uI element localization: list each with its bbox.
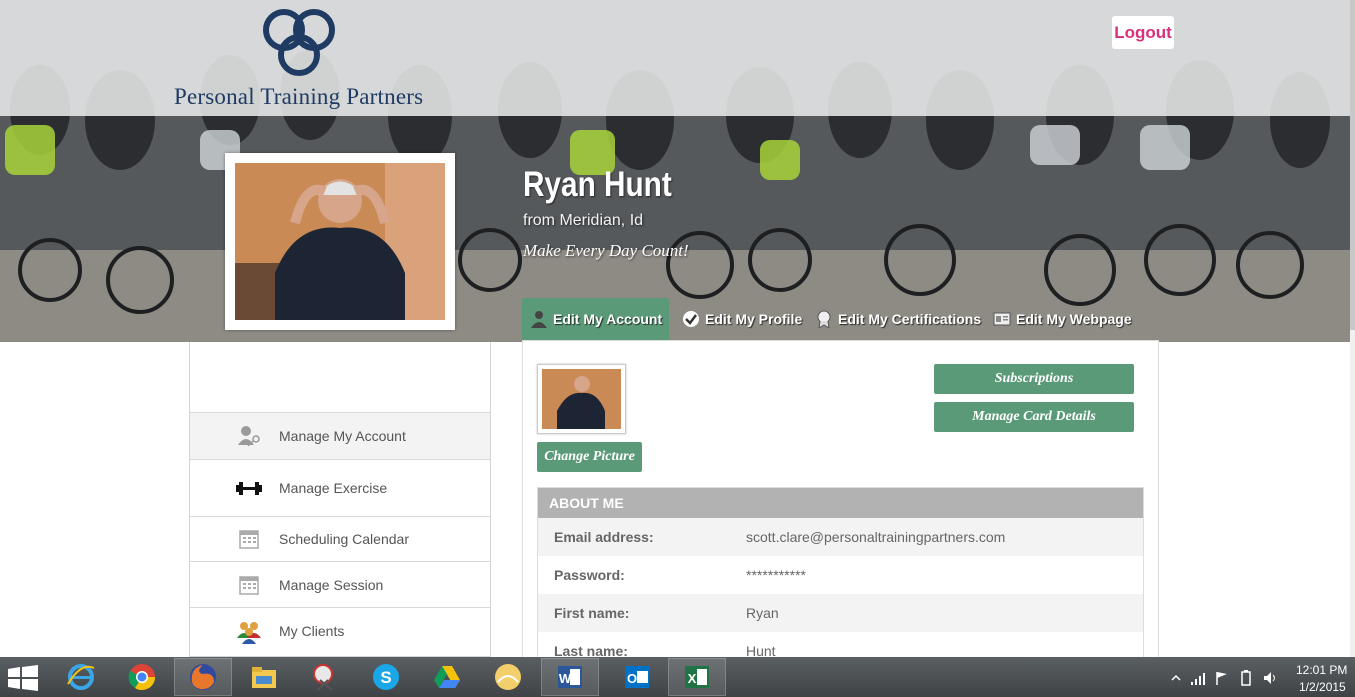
taskbar-outlook[interactable]: O <box>608 658 666 696</box>
manage-card-details-button[interactable]: Manage Card Details <box>934 402 1134 432</box>
tab-label: Edit My Certifications <box>838 311 982 327</box>
field-value: scott.clare@personaltrainingpartners.com <box>746 529 1006 545</box>
sidebar-item-label: Manage Exercise <box>279 480 388 496</box>
id-card-icon <box>993 312 1011 326</box>
taskbar-file-explorer[interactable] <box>235 658 293 696</box>
windows-start-icon[interactable] <box>8 665 38 691</box>
sidebar-item-manage-session[interactable]: Manage Session <box>190 561 490 607</box>
field-label: First name: <box>554 605 630 621</box>
about-me-section: ABOUT ME Email address: scott.clare@pers… <box>537 487 1144 657</box>
tab-edit-my-certifications[interactable]: Edit My Certifications <box>815 298 981 340</box>
tab-label: Edit My Profile <box>705 311 803 327</box>
tab-label: Edit My Webpage <box>1016 311 1132 327</box>
tab-edit-my-webpage[interactable]: Edit My Webpage <box>993 298 1132 340</box>
photo-app-icon <box>495 664 521 690</box>
about-me-heading: ABOUT ME <box>538 488 1143 518</box>
sidebar-item-label: My Clients <box>279 622 345 639</box>
profile-photo <box>225 153 455 330</box>
tab-edit-my-account[interactable]: Edit My Account <box>522 298 669 340</box>
sidebar-menu: Manage My Account Manage Exercise Schedu… <box>189 342 491 657</box>
scrollbar-thumb[interactable] <box>1350 0 1355 330</box>
tab-label: Edit My Account <box>553 311 663 327</box>
calendar-icon <box>239 530 259 549</box>
hero-banner: Personal Training Partners Logout Ryan H… <box>0 0 1350 342</box>
sidebar-item-manage-exercise[interactable]: Manage Exercise <box>190 459 490 516</box>
internet-explorer-icon <box>67 664 95 690</box>
profile-location: from Meridian, Id <box>523 212 644 229</box>
award-ribbon-icon <box>817 310 831 328</box>
chevron-up-icon[interactable] <box>1168 670 1184 686</box>
svg-text:S: S <box>380 668 391 687</box>
site-logo[interactable]: Personal Training Partners <box>170 8 440 112</box>
taskbar-snipping-tool[interactable] <box>296 658 354 696</box>
volume-icon[interactable] <box>1262 670 1278 686</box>
field-value: Ryan <box>746 605 779 621</box>
taskbar-skype[interactable]: S <box>357 658 415 696</box>
field-value: Hunt <box>746 643 776 657</box>
outlook-icon: O <box>625 666 649 688</box>
sidebar-item-label: Scheduling Calendar <box>279 531 409 547</box>
logo-rings-icon <box>263 9 335 76</box>
signal-bars-icon[interactable] <box>1190 670 1206 686</box>
about-row-password: Password: *********** <box>538 556 1143 594</box>
sidebar-item-manage-my-account[interactable]: Manage My Account <box>190 412 490 459</box>
sidebar-item-label: Manage Session <box>279 576 384 593</box>
word-icon: W <box>558 666 582 688</box>
account-panel: Change Picture Subscriptions Manage Card… <box>522 340 1159 657</box>
chrome-icon <box>128 664 156 691</box>
google-drive-icon <box>434 666 460 688</box>
subscriptions-button[interactable]: Subscriptions <box>934 364 1134 394</box>
snipping-tool-icon <box>313 664 333 691</box>
svg-text:W: W <box>559 671 572 686</box>
battery-power-icon[interactable] <box>1238 670 1254 686</box>
excel-icon: X <box>685 666 709 688</box>
profile-name: Ryan Hunt <box>523 165 672 204</box>
user-silhouette-icon <box>531 311 547 328</box>
field-label: Last name: <box>554 643 628 657</box>
skype-icon: S <box>373 664 399 690</box>
logout-button[interactable]: Logout <box>1112 16 1174 49</box>
header-bar: Personal Training Partners Logout <box>0 0 1350 116</box>
taskbar-google-drive[interactable] <box>418 658 476 696</box>
svg-text:O: O <box>627 671 637 686</box>
about-row-last-name: Last name: Hunt <box>538 632 1143 657</box>
tab-edit-my-profile[interactable]: Edit My Profile <box>682 298 802 340</box>
taskbar-internet-explorer[interactable] <box>52 658 110 696</box>
clock-time[interactable]: 12:01 PM <box>1296 663 1347 677</box>
field-label: Password: <box>554 567 625 583</box>
logo-text: Personal Training Partners <box>174 84 424 109</box>
page-scrollbar[interactable] <box>1350 0 1355 657</box>
user-key-icon <box>238 426 260 447</box>
about-row-email: Email address: scott.clare@personaltrain… <box>538 518 1143 556</box>
about-row-first-name: First name: Ryan <box>538 594 1143 632</box>
people-group-icon <box>237 621 261 644</box>
firefox-icon <box>190 664 216 690</box>
profile-photo-image <box>235 163 445 320</box>
flag-icon[interactable] <box>1214 670 1230 686</box>
change-picture-button[interactable]: Change Picture <box>537 442 642 472</box>
taskbar-firefox[interactable] <box>174 658 232 696</box>
taskbar-chrome[interactable] <box>113 658 171 696</box>
sidebar-item-my-clients[interactable]: My Clients <box>190 607 490 653</box>
clock-date[interactable]: 1/2/2015 <box>1299 680 1346 694</box>
file-explorer-icon <box>252 667 276 688</box>
taskbar-word[interactable]: W <box>541 658 599 696</box>
checkmark-circle-icon <box>683 311 699 327</box>
profile-thumbnail-image <box>542 369 621 429</box>
sidebar-item-label: Manage My Account <box>279 428 406 444</box>
field-value: *********** <box>746 567 806 583</box>
svg-text:X: X <box>688 671 697 686</box>
browser-viewport: Personal Training Partners Logout Ryan H… <box>0 0 1355 657</box>
field-label: Email address: <box>554 529 654 545</box>
windows-taskbar: S W O X 12:01 PM 1/2/2015 <box>0 657 1355 697</box>
sidebar-item-scheduling-calendar[interactable]: Scheduling Calendar <box>190 516 490 561</box>
calendar-icon <box>239 575 259 595</box>
dumbbell-icon <box>236 482 262 495</box>
profile-thumbnail <box>537 364 626 434</box>
taskbar-excel[interactable]: X <box>668 658 726 696</box>
profile-motto: Make Every Day Count! <box>523 241 689 260</box>
taskbar-photo-app[interactable] <box>479 658 537 696</box>
